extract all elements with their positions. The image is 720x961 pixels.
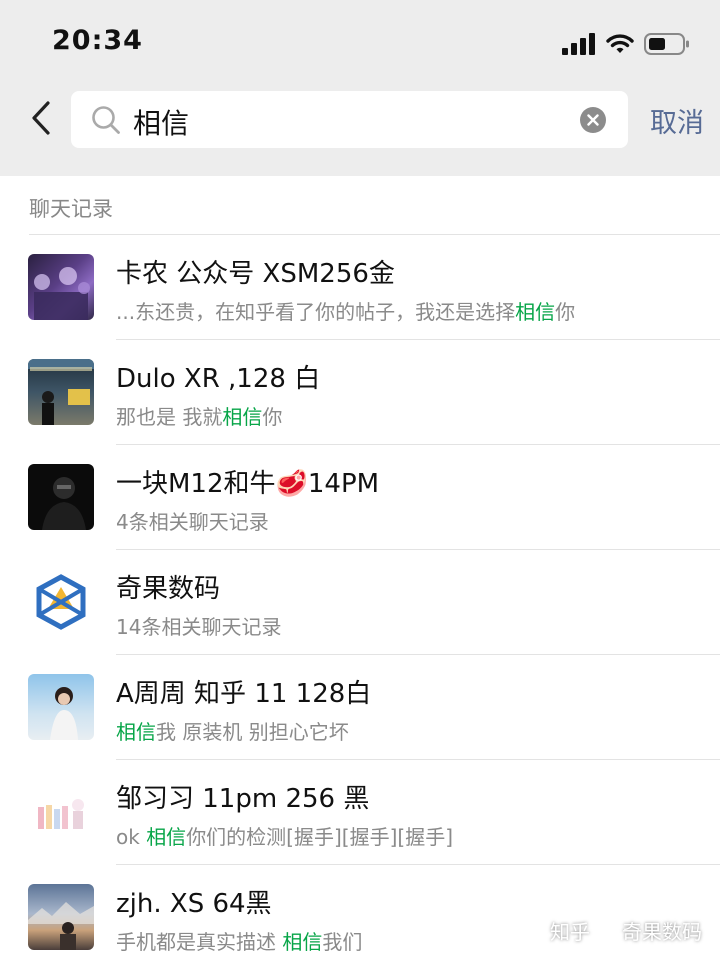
chat-name: 一块M12和牛🥩14PM [116,469,380,499]
chat-name: 奇果数码 [116,574,221,604]
chevron-left-icon [30,100,52,140]
avatar [28,779,94,845]
status-bar: 20:34 [0,0,720,86]
chat-snippet: ok 相信你们的检测[握手][握手][握手] [116,825,454,849]
chat-snippet: ...东还贵，在知乎看了你的帖子，我还是选择相信你 [116,300,576,324]
chat-name: 卡农 公众号 XSM256金 [116,259,395,289]
cancel-button[interactable]: 取消 [650,101,704,140]
chat-snippet: 手机都是真实描述 相信我们 [116,930,363,954]
chat-snippet: 相信我 原装机 别担心它坏 [116,720,349,744]
watermark-right: 奇果数码 [622,920,702,944]
wechat-channel-icon [596,919,616,943]
signal-icon [562,33,596,59]
search-header: 相信 取消 [0,86,720,176]
avatar [28,674,94,740]
chat-name: Dulo XR ,128 白 [116,364,321,394]
status-icons [562,32,690,60]
battery-icon [644,32,690,60]
chat-snippet: 4条相关聊天记录 [116,510,269,534]
search-icon [91,105,121,139]
avatar [28,884,94,950]
back-button[interactable] [26,100,56,140]
avatar [28,254,94,320]
chat-name: A周周 知乎 11 128白 [116,679,372,709]
watermark: 知乎 奇果数码 [550,916,702,945]
avatar [28,569,94,635]
result-row[interactable]: 卡农 公众号 XSM256金 ...东还贵，在知乎看了你的帖子，我还是选择相信你 [0,235,720,340]
search-input[interactable]: 相信 [71,91,628,148]
avatar [28,359,94,425]
watermark-left: 知乎 [550,920,590,944]
result-row[interactable]: 奇果数码 14条相关聊天记录 [0,550,720,655]
clear-icon[interactable] [580,107,606,133]
section-title: 聊天记录 [29,197,113,221]
status-time: 20:34 [52,25,143,56]
chat-name: zjh. XS 64黑 [116,889,272,919]
result-row[interactable]: 一块M12和牛🥩14PM 4条相关聊天记录 [0,445,720,550]
search-query: 相信 [133,107,190,140]
qiguo-logo-icon [28,574,94,635]
chat-name: 邹习习 11pm 256 黑 [116,784,370,814]
wifi-icon [606,33,634,59]
result-row[interactable]: zjh. XS 64黑 手机都是真实描述 相信我们 [0,865,720,961]
chat-snippet: 14条相关聊天记录 [116,615,282,639]
avatar [28,464,94,530]
chat-snippet: 那也是 我就相信你 [116,405,283,429]
result-row[interactable]: 邹习习 11pm 256 黑 ok 相信你们的检测[握手][握手][握手] [0,760,720,865]
result-row[interactable]: A周周 知乎 11 128白 相信我 原装机 别担心它坏 [0,655,720,760]
result-row[interactable]: Dulo XR ,128 白 那也是 我就相信你 [0,340,720,445]
